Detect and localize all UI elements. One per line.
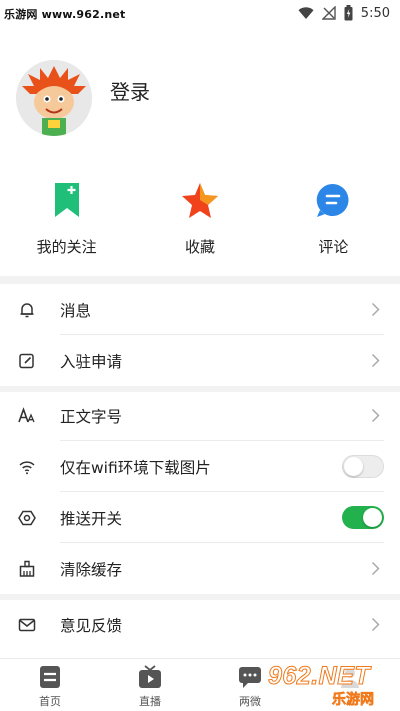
favorites-button[interactable]: 收藏 xyxy=(133,168,266,268)
broom-icon xyxy=(19,560,35,577)
menu-item-font-size[interactable]: 正文字号 xyxy=(0,390,400,441)
tab-home[interactable]: 首页 xyxy=(0,659,100,711)
messages-label: 消息 xyxy=(60,302,92,320)
menu-item-push: 推送开关 xyxy=(0,492,400,543)
tab-home-label: 首页 xyxy=(39,695,61,708)
site-watermark-logo: 962.NET 乐游网 xyxy=(262,662,396,710)
avatar[interactable] xyxy=(16,60,92,136)
battery-icon xyxy=(344,5,353,21)
menu-item-feedback[interactable]: 意见反馈 xyxy=(0,599,400,650)
section-divider xyxy=(0,276,400,284)
watermark-domain: 962.NET xyxy=(267,662,371,691)
tab-live-label: 直播 xyxy=(139,695,161,708)
apply-label: 入驻申请 xyxy=(60,353,123,371)
feedback-label: 意见反馈 xyxy=(60,617,123,635)
chevron-right-icon xyxy=(371,617,380,632)
clock-time: 5:50 xyxy=(360,5,390,21)
quick-actions: 我的关注 收藏 评论 xyxy=(0,168,400,268)
chevron-right-icon xyxy=(371,408,380,423)
mail-icon xyxy=(18,618,36,632)
chevron-right-icon xyxy=(371,561,380,576)
home-doc-icon xyxy=(40,666,60,688)
comments-button[interactable]: 评论 xyxy=(267,168,400,268)
wifi-images-toggle[interactable] xyxy=(342,455,384,478)
wifi-icon xyxy=(298,6,314,19)
signal-icon xyxy=(321,6,336,20)
toggle-knob xyxy=(363,508,382,527)
login-label[interactable]: 登录 xyxy=(110,76,150,105)
watermark-text: 乐游网 www.962.net xyxy=(4,8,126,21)
font-size-label: 正文字号 xyxy=(60,408,123,426)
my-follows-button[interactable]: 我的关注 xyxy=(0,168,133,268)
favorites-label: 收藏 xyxy=(184,238,215,256)
chevron-right-icon xyxy=(371,353,380,368)
clear-cache-label: 清除缓存 xyxy=(60,561,123,579)
menu-item-wifi-images: 仅在wifi环境下载图片 xyxy=(0,441,400,492)
my-follows-label: 我的关注 xyxy=(36,238,97,256)
status-bar: 乐游网 www.962.net 5:50 xyxy=(0,0,400,26)
wifi-icon xyxy=(19,461,35,475)
settings-hexagon-icon xyxy=(18,510,36,526)
comment-icon xyxy=(317,183,349,217)
star-icon xyxy=(181,183,218,218)
push-toggle[interactable] xyxy=(342,506,384,529)
menu-item-clear-cache[interactable]: 清除缓存 xyxy=(0,543,400,594)
font-size-icon xyxy=(18,407,35,423)
chevron-right-icon xyxy=(371,302,380,317)
mascot-avatar-icon xyxy=(16,60,92,136)
push-label: 推送开关 xyxy=(60,510,123,528)
comments-label: 评论 xyxy=(318,238,349,256)
tv-play-icon xyxy=(139,665,161,688)
bookmark-plus-icon xyxy=(54,183,79,217)
profile-header[interactable]: 登录 xyxy=(0,26,400,156)
menu-item-apply[interactable]: 入驻申请 xyxy=(0,335,400,386)
tab-live[interactable]: 直播 xyxy=(100,659,200,711)
status-icons: 5:50 xyxy=(298,4,390,22)
toggle-knob xyxy=(344,457,363,476)
wifi-images-label: 仅在wifi环境下载图片 xyxy=(60,459,211,477)
chat-icon xyxy=(239,667,261,688)
edit-icon xyxy=(19,353,34,369)
menu-item-messages[interactable]: 消息 xyxy=(0,284,400,335)
watermark-sitename: 乐游网 xyxy=(332,692,375,709)
bell-icon xyxy=(20,303,34,318)
